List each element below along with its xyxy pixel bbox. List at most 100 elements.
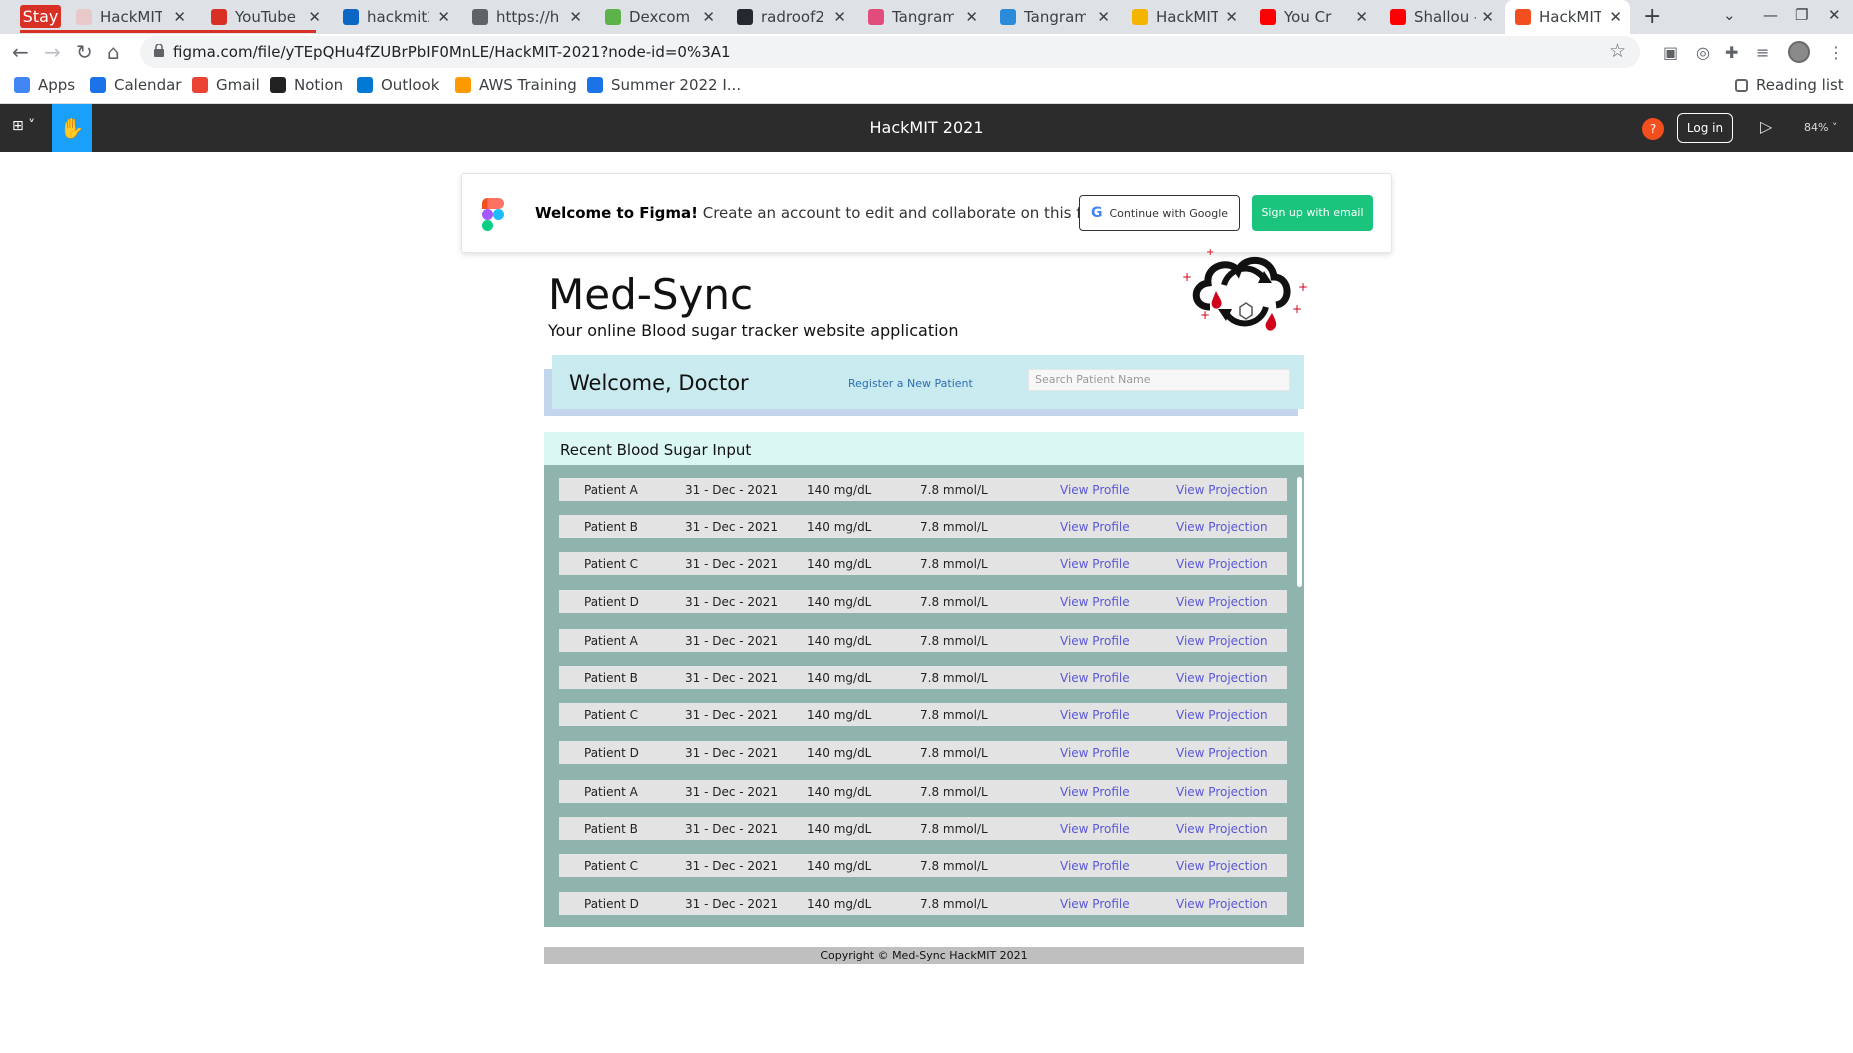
view-profile-link[interactable]: View Profile xyxy=(1060,520,1130,534)
tab[interactable]: Shallou - ✕ xyxy=(1380,0,1502,34)
tab-close-icon[interactable]: ✕ xyxy=(702,8,715,26)
tab-close-icon[interactable]: ✕ xyxy=(437,8,450,26)
tab-favicon-icon xyxy=(1515,9,1531,25)
browser-toolbar: ← → ↻ ⌂ figma.com/file/yTEpQHu4fZUBrPbIF… xyxy=(0,34,1853,70)
tab-favicon-icon xyxy=(211,9,227,25)
view-projection-link[interactable]: View Projection xyxy=(1176,785,1268,799)
reading-list-button[interactable]: Reading list xyxy=(1735,76,1844,94)
tab[interactable]: hackmit2 ✕ xyxy=(333,0,458,34)
forward-icon[interactable]: → xyxy=(44,40,61,64)
login-button[interactable]: Log in xyxy=(1677,113,1733,143)
table-row: Patient D 31 - Dec - 2021 140 mg/dL 7.8 mmo… xyxy=(559,892,1287,915)
tab-close-icon[interactable]: ✕ xyxy=(1097,8,1110,26)
view-projection-link[interactable]: View Projection xyxy=(1176,483,1268,497)
tab-close-icon[interactable]: ✕ xyxy=(308,8,321,26)
reading-mgdl: 140 mg/dL xyxy=(807,557,872,571)
continue-with-google-button[interactable]: G Continue with Google xyxy=(1079,195,1240,231)
tab-close-icon[interactable]: ✕ xyxy=(569,8,582,26)
bookmark-label: Gmail xyxy=(216,76,260,94)
bookmark-item[interactable]: Calendar xyxy=(90,76,181,94)
reading-date: 31 - Dec - 2021 xyxy=(685,822,778,836)
tab[interactable]: YouTube ✕ xyxy=(201,0,329,34)
bookmark-item[interactable]: Gmail xyxy=(192,76,260,94)
tab-close-icon[interactable]: ✕ xyxy=(1225,8,1238,26)
zoom-dropdown[interactable]: 84% ˅ xyxy=(1804,121,1837,134)
restore-icon[interactable]: ❐ xyxy=(1795,6,1808,24)
stay-badge[interactable]: Stay xyxy=(20,5,61,28)
reading-mgdl: 140 mg/dL xyxy=(807,520,872,534)
tab[interactable]: HackMIT ✕ xyxy=(66,0,194,34)
tab[interactable]: HackMIT ✕ xyxy=(1122,0,1246,34)
register-patient-link[interactable]: Register a New Patient xyxy=(848,377,973,390)
new-tab-button[interactable]: + xyxy=(1643,4,1661,29)
view-projection-link[interactable]: View Projection xyxy=(1176,746,1268,760)
view-profile-link[interactable]: View Profile xyxy=(1060,785,1130,799)
view-projection-link[interactable]: View Projection xyxy=(1176,671,1268,685)
address-bar[interactable]: figma.com/file/yTEpQHu4fZUBrPbIF0MnLE/Ha… xyxy=(140,36,1640,68)
view-profile-link[interactable]: View Profile xyxy=(1060,859,1130,873)
google-button-label: Continue with Google xyxy=(1109,206,1229,220)
tab-close-icon[interactable]: ✕ xyxy=(1609,8,1622,26)
tab-close-icon[interactable]: ✕ xyxy=(1355,8,1368,26)
view-projection-link[interactable]: View Projection xyxy=(1176,520,1268,534)
bookmark-item[interactable]: Outlook xyxy=(357,76,439,94)
bookmark-star-icon[interactable]: ☆ xyxy=(1609,40,1626,62)
view-profile-link[interactable]: View Profile xyxy=(1060,595,1130,609)
figma-logo-icon xyxy=(482,198,504,231)
bookmark-item[interactable]: Apps xyxy=(14,76,75,94)
close-window-icon[interactable]: ✕ xyxy=(1828,6,1841,24)
tab[interactable]: Dexcom A ✕ xyxy=(595,0,723,34)
media-control-icon[interactable]: ≡ xyxy=(1756,43,1769,62)
reload-icon[interactable]: ↻ xyxy=(76,40,93,64)
reading-mgdl: 140 mg/dL xyxy=(807,785,872,799)
view-profile-link[interactable]: View Profile xyxy=(1060,708,1130,722)
view-profile-link[interactable]: View Profile xyxy=(1060,671,1130,685)
tab-favicon-icon xyxy=(472,9,488,25)
table-row: Patient A 31 - Dec - 2021 140 mg/dL 7.8 mmo… xyxy=(559,629,1287,652)
view-profile-link[interactable]: View Profile xyxy=(1060,483,1130,497)
menu-icon[interactable]: ⋮ xyxy=(1828,43,1844,62)
sign-up-email-button[interactable]: Sign up with email xyxy=(1252,195,1373,231)
minimize-icon[interactable]: — xyxy=(1763,6,1778,24)
play-icon[interactable]: ▷ xyxy=(1760,117,1772,136)
tab[interactable]: HackMIT ✕ xyxy=(1505,0,1630,34)
tab[interactable]: Tangram ✕ xyxy=(990,0,1118,34)
bookmark-item[interactable]: Summer 2022 I... xyxy=(587,76,741,94)
search-patient-input[interactable]: Search Patient Name xyxy=(1028,369,1290,391)
tab-close-icon[interactable]: ✕ xyxy=(173,8,186,26)
view-projection-link[interactable]: View Projection xyxy=(1176,708,1268,722)
bookmark-item[interactable]: Notion xyxy=(270,76,343,94)
tab-close-icon[interactable]: ✕ xyxy=(833,8,846,26)
view-projection-link[interactable]: View Projection xyxy=(1176,859,1268,873)
back-icon[interactable]: ← xyxy=(12,40,29,64)
view-profile-link[interactable]: View Profile xyxy=(1060,634,1130,648)
view-profile-link[interactable]: View Profile xyxy=(1060,557,1130,571)
extension-icon[interactable]: ▣ xyxy=(1663,43,1678,62)
view-profile-link[interactable]: View Profile xyxy=(1060,822,1130,836)
tab-search-icon[interactable]: ⌄ xyxy=(1723,6,1736,24)
table-scrollbar[interactable] xyxy=(1297,477,1302,587)
profile-avatar[interactable] xyxy=(1788,41,1810,63)
view-projection-link[interactable]: View Projection xyxy=(1176,634,1268,648)
tab-close-icon[interactable]: ✕ xyxy=(1481,8,1494,26)
view-projection-link[interactable]: View Projection xyxy=(1176,897,1268,911)
bookmark-item[interactable]: AWS Training xyxy=(455,76,577,94)
home-icon[interactable]: ⌂ xyxy=(107,40,120,64)
view-projection-link[interactable]: View Projection xyxy=(1176,822,1268,836)
view-profile-link[interactable]: View Profile xyxy=(1060,897,1130,911)
tab[interactable]: https://h ✕ xyxy=(462,0,590,34)
view-projection-link[interactable]: View Projection xyxy=(1176,595,1268,609)
reading-mmol: 7.8 mmol/L xyxy=(920,483,988,497)
extension-icon[interactable]: ◎ xyxy=(1696,43,1710,62)
puzzle-icon[interactable]: ✚ xyxy=(1725,43,1738,62)
reading-list-label: Reading list xyxy=(1756,76,1844,94)
tab[interactable]: Tangram ✕ xyxy=(858,0,986,34)
help-button[interactable]: ? xyxy=(1642,118,1664,140)
tab-close-icon[interactable]: ✕ xyxy=(965,8,978,26)
reading-mmol: 7.8 mmol/L xyxy=(920,785,988,799)
reading-mmol: 7.8 mmol/L xyxy=(920,634,988,648)
tab[interactable]: radroof22 ✕ xyxy=(727,0,854,34)
view-profile-link[interactable]: View Profile xyxy=(1060,746,1130,760)
view-projection-link[interactable]: View Projection xyxy=(1176,557,1268,571)
tab[interactable]: You Cr ✕ xyxy=(1250,0,1376,34)
